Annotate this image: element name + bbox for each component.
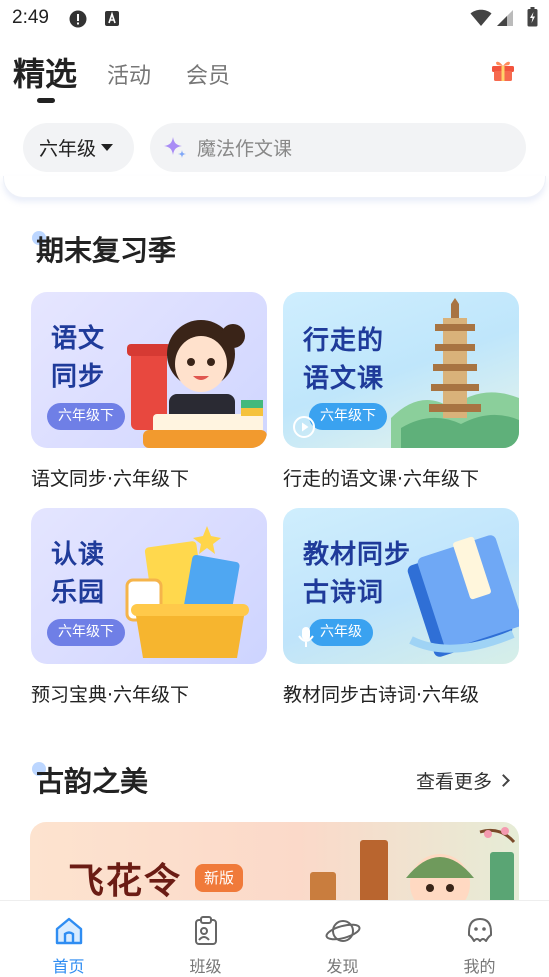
app-notification-icon (105, 11, 119, 26)
status-bar: 2:49 (0, 0, 549, 36)
nav-profile-label: 我的 (463, 957, 496, 976)
course-card-preview-guide[interactable]: 认读 乐园 六年级下 预习宝典·六年级下 (31, 508, 267, 707)
course-thumbnail: 语文 同步 六年级下 (31, 292, 267, 448)
course-card-walking-chinese[interactable]: 行走的 语文课 六年级下 行走的语文课·六年级下 (283, 292, 519, 491)
thumbnail-title: 行走的 语文课 (303, 326, 385, 394)
course-caption: 教材同步古诗词·六年级 (283, 684, 480, 706)
course-thumbnail: 行走的 语文课 六年级下 (283, 292, 519, 448)
sparkle-icon (164, 136, 186, 158)
grade-value: 六年级 (39, 138, 97, 160)
nav-discover[interactable]: 发现 (274, 901, 411, 977)
caret-down-icon (101, 144, 114, 151)
nav-discover-label: 发现 (326, 957, 359, 976)
course-thumbnail: 教材同步 古诗词 六年级 (283, 508, 519, 664)
thumbnail-title: 教材同步 古诗词 (303, 540, 412, 608)
thumbnail-title: 语文 同步 (51, 324, 106, 392)
tab-activities[interactable]: 活动 (107, 58, 151, 90)
grade-badge: 六年级 (309, 619, 373, 646)
chevron-right-icon (497, 774, 510, 787)
home-icon (55, 917, 82, 945)
planet-icon (325, 920, 360, 942)
course-caption: 语文同步·六年级下 (31, 468, 190, 490)
nav-class-label: 班级 (189, 957, 222, 976)
banner-badge: 新版 (195, 864, 244, 892)
see-more-link[interactable]: 查看更多 (416, 767, 510, 794)
active-tab-indicator (37, 98, 55, 103)
status-time: 2:49 (12, 7, 49, 28)
alert-icon (69, 10, 87, 28)
course-thumbnail: 认读 乐园 六年级下 (31, 508, 267, 664)
nav-class[interactable]: 班级 (137, 901, 274, 977)
search-placeholder: 魔法作文课 (197, 138, 293, 160)
grade-dropdown[interactable]: 六年级 (23, 123, 134, 172)
tab-membership[interactable]: 会员 (186, 58, 230, 90)
signal-icon (497, 10, 513, 26)
course-card-ancient-poems[interactable]: 教材同步 古诗词 六年级 教材同步古诗词·六年级 (283, 508, 519, 707)
pagoda-illustration (391, 298, 519, 448)
thumbnail-title: 认读 乐园 (51, 540, 106, 608)
nav-home[interactable]: 首页 (0, 901, 137, 977)
search-input[interactable]: 魔法作文课 (150, 123, 526, 172)
banner-title: 飞花令 (68, 861, 183, 902)
header-card-edge (3, 176, 546, 198)
gift-icon[interactable] (490, 58, 516, 82)
poetry-book-illustration (407, 535, 519, 657)
clipboard-icon (194, 916, 217, 945)
microphone-icon (298, 627, 314, 647)
octopus-icon (467, 918, 492, 942)
grade-badge: 六年级下 (47, 619, 125, 646)
course-caption: 行走的语文课·六年级下 (283, 468, 480, 490)
play-icon (293, 416, 315, 438)
flying-flower-banner[interactable]: 飞花令 新版 (30, 822, 519, 912)
course-card-chinese-sync[interactable]: 语文 同步 六年级下 语文同步·六年级下 (31, 292, 267, 491)
nav-profile[interactable]: 我的 (411, 901, 548, 977)
grade-badge: 六年级下 (309, 403, 387, 430)
girl-reading-illustration (127, 320, 267, 448)
section-title-final-review: 期末复习季 (36, 234, 177, 267)
bottom-navigation: 首页 班级 发现 我的 (0, 900, 549, 977)
course-caption: 预习宝典·六年级下 (31, 684, 190, 706)
battery-icon (527, 7, 538, 27)
books-basket-illustration (125, 526, 249, 658)
see-more-label: 查看更多 (416, 771, 493, 793)
top-tab-bar: 精选 活动 会员 (0, 44, 549, 108)
banner-illustration (310, 827, 516, 912)
tab-featured[interactable]: 精选 (13, 49, 77, 95)
wifi-icon (470, 9, 492, 26)
grade-badge: 六年级下 (47, 403, 125, 430)
nav-home-label: 首页 (52, 957, 85, 976)
section-title-classical-beauty: 古韵之美 (36, 765, 149, 798)
